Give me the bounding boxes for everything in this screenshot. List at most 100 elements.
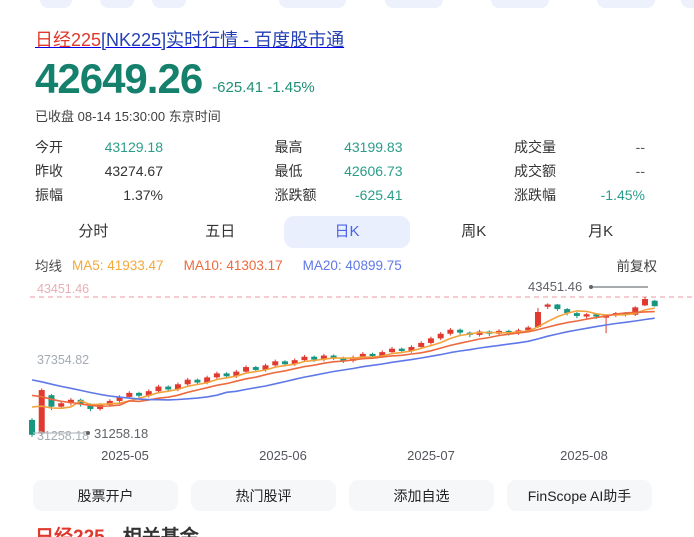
tab-日K[interactable]: 日K [283, 216, 411, 248]
candle-body [651, 300, 658, 307]
quote-field-value: -1.45% [600, 187, 645, 203]
quote-field-value: 43274.67 [104, 163, 163, 179]
quote-field: 成交额 -- [514, 159, 645, 183]
quote-field: 成交量 -- [514, 135, 645, 159]
tab-周K[interactable]: 周K [410, 216, 537, 248]
market-status: 已收盘 08-14 15:30:00 东京时间 [35, 109, 221, 124]
low-callout-dot [86, 431, 90, 435]
chart-canvas: 43451.46 37354.82 31258.18 31258.18 43451.46 [29, 279, 692, 443]
candle-body [311, 356, 318, 360]
top-pill-button[interactable] [100, 0, 134, 8]
period-tabs: 分时 五日 日K 周K 月K [30, 216, 664, 248]
top-pill-button[interactable] [681, 0, 694, 8]
quote-field-value: -- [635, 163, 645, 179]
top-pill-button[interactable] [491, 0, 549, 8]
candle-body [369, 353, 376, 357]
candle-body [447, 329, 454, 334]
candle-body [126, 392, 133, 397]
x-axis-label: 2025-06 [259, 448, 307, 463]
candle-body [398, 348, 405, 351]
quote-field-label: 涨跌幅 [514, 187, 556, 203]
candle-body [48, 395, 55, 407]
candle-body [58, 403, 65, 407]
footer-stock-name: 日经225 [35, 527, 105, 537]
candle-body [457, 329, 464, 333]
x-axis-labels: 2025-05 2025-06 2025-07 2025-08 [0, 448, 694, 464]
x-axis-label: 2025-05 [101, 448, 149, 463]
action-button[interactable]: 添加自选 [349, 480, 494, 511]
footer-section-label: 相关基金 [123, 527, 199, 537]
quote-field: 涨跌额 -625.41 [275, 183, 403, 207]
candle-body [641, 299, 648, 306]
quote-field-label: 成交量 [514, 139, 556, 155]
ma-legend-item: MA5: 41933.47 [72, 257, 164, 273]
candle-body [418, 342, 425, 347]
quote-field: 今开 43129.18 [35, 135, 163, 159]
tab-分时[interactable]: 分时 [30, 216, 157, 248]
quote-field: 涨跌幅 -1.45% [514, 183, 645, 207]
quote-field: 最高 43199.83 [275, 135, 403, 159]
adjust-mode-toggle[interactable]: 前复权 [617, 255, 658, 275]
stock-quote-page: 日经225[NK225]实时行情 - 百度股市通 42649.26 -625.4… [0, 0, 694, 537]
candlestick-chart[interactable]: 43451.46 37354.82 31258.18 31258.18 43451.46 [0, 278, 694, 450]
candle-body [252, 367, 259, 370]
candle-body [155, 386, 162, 392]
top-pill-button[interactable] [279, 0, 346, 8]
x-axis-label: 2025-08 [560, 448, 608, 463]
top-pill-button[interactable] [40, 0, 72, 8]
candle-body [194, 379, 201, 383]
candle-body [544, 304, 551, 307]
quote-field: 最低 42606.73 [275, 159, 403, 183]
quote-field-value: -625.41 [355, 187, 403, 203]
quote-field-label: 最低 [274, 163, 303, 179]
quote-field-value: 42606.73 [344, 163, 403, 179]
action-button[interactable]: 热门股评 [191, 480, 336, 511]
next-section-heading: 日经225 相关基金 [35, 522, 199, 537]
low-callout-label: 31258.18 [94, 426, 148, 441]
y-label-low: 31258.18 [37, 429, 89, 443]
current-price: 42649.26 [35, 55, 203, 102]
candle-body [136, 392, 143, 396]
candle-body [583, 314, 590, 317]
candle-body [184, 379, 191, 385]
quote-field: 振幅 1.37% [35, 183, 163, 207]
tab-月K[interactable]: 月K [537, 216, 664, 248]
ma-items: MA5: 41933.47 MA10: 41303.17 MA20: 40899.7… [72, 258, 422, 273]
candle-body [554, 304, 561, 310]
title-link[interactable]: 日经225[NK225]实时行情 - 百度股市通 [35, 30, 344, 50]
quote-field-value: 43199.83 [344, 139, 403, 155]
candle-body [243, 367, 250, 372]
quote-grid: 今开 43129.18 昨收 43274.67 振幅 1.37% 最高 43199.83 最低 4… [35, 135, 645, 207]
quote-field-label: 昨收 [35, 163, 63, 179]
quote-field-label: 成交额 [514, 163, 556, 179]
candle-body [534, 311, 541, 328]
ma-legend-item: MA10: 41303.17 [183, 257, 283, 273]
quote-field-label: 最高 [274, 139, 303, 155]
quote-field-value: -- [635, 139, 645, 155]
price-row: 42649.26 -625.41 -1.45% [35, 57, 315, 101]
high-callout-label: 43451.46 [528, 279, 582, 294]
high-callout-dot [589, 285, 593, 289]
quote-field-label: 振幅 [35, 187, 63, 203]
action-button[interactable]: 股票开户 [33, 480, 178, 511]
ma-legend-row: 均线 MA5: 41933.47 MA10: 41303.17 MA20: 4089… [35, 255, 657, 275]
page-title: 日经225[NK225]实时行情 - 百度股市通 [35, 28, 344, 52]
top-pill-button[interactable] [597, 0, 655, 8]
candle-body [223, 373, 230, 377]
quote-field-label: 涨跌额 [274, 187, 317, 203]
quote-field-value: 1.37% [123, 187, 163, 203]
ma-legend-item: MA20: 40899.75 [302, 257, 402, 273]
y-label-mid: 37354.82 [37, 353, 89, 367]
top-pill-button[interactable] [152, 0, 186, 8]
candle-body [389, 348, 396, 353]
tab-五日[interactable]: 五日 [157, 216, 284, 248]
candle-body [573, 313, 580, 316]
top-pill-button[interactable] [385, 0, 443, 8]
candle-body [437, 333, 444, 339]
ma-prefix-label: 均线 [35, 259, 62, 274]
y-label-high: 43451.46 [37, 282, 89, 296]
quote-field-value: 43129.18 [104, 139, 163, 155]
action-button[interactable]: FinScope AI助手 [507, 480, 652, 511]
quote-field: 昨收 43274.67 [35, 159, 163, 183]
action-buttons: 股票开户 热门股评 添加自选 FinScope AI助手 [33, 480, 652, 511]
